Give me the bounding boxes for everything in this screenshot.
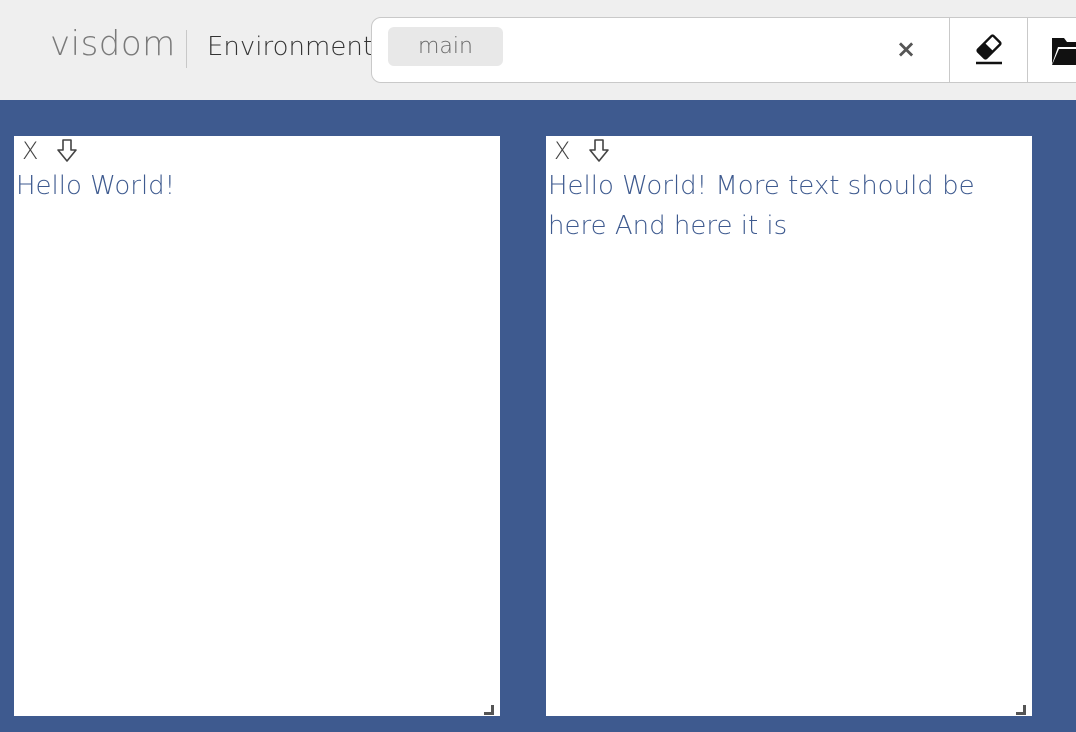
- environment-select[interactable]: main ×: [371, 17, 1076, 83]
- brand-logo-text[interactable]: visdom: [50, 24, 176, 64]
- top-navbar: visdom Environment main ×: [0, 0, 1076, 100]
- clear-environment-icon[interactable]: ×: [892, 32, 920, 66]
- folder-open-icon[interactable]: [1050, 34, 1076, 68]
- text-pane[interactable]: X Hello World! More text should be here …: [546, 136, 1032, 716]
- resize-handle-icon[interactable]: [484, 700, 494, 715]
- resize-handle-icon[interactable]: [1016, 700, 1026, 715]
- close-pane-icon[interactable]: X: [554, 138, 570, 164]
- pane-toolbar: X: [14, 136, 500, 166]
- toolbar-divider: [949, 18, 950, 82]
- download-arrow-icon[interactable]: [588, 138, 610, 164]
- brand-divider: [186, 30, 187, 68]
- eraser-icon[interactable]: [972, 32, 1006, 68]
- environment-chip-main[interactable]: main: [388, 27, 503, 66]
- toolbar-divider: [1027, 18, 1028, 82]
- close-pane-icon[interactable]: X: [22, 138, 38, 164]
- environment-label: Environment: [207, 32, 374, 62]
- pane-text-content: Hello World!: [16, 171, 176, 201]
- pane-text-content: Hello World! More text should be here An…: [548, 171, 975, 241]
- text-pane[interactable]: X Hello World!: [14, 136, 500, 716]
- pane-toolbar: X: [546, 136, 1032, 166]
- download-arrow-icon[interactable]: [56, 138, 78, 164]
